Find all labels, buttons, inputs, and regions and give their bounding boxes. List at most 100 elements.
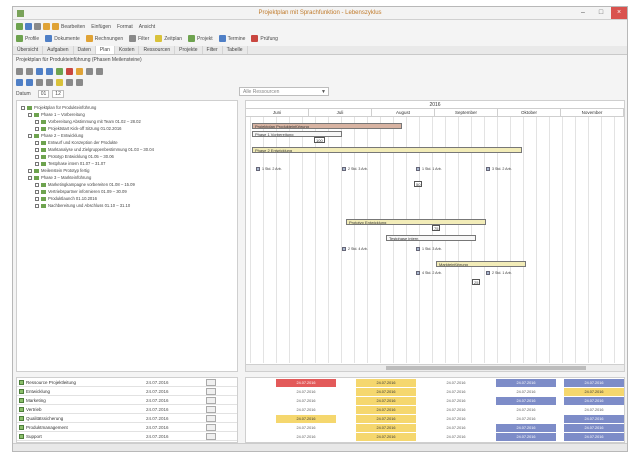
resource-usage-cell[interactable]: 24.07.2016: [426, 424, 486, 432]
resource-usage-cell[interactable]: 24.07.2016: [356, 379, 416, 387]
gantt-bar[interactable]: Phase 1 Vorbereitung: [252, 131, 342, 137]
resource-usage-cell[interactable]: 24.07.2016: [276, 415, 336, 423]
resource-detail-button[interactable]: [206, 414, 216, 422]
resource-usage-cell[interactable]: 24.07.2016: [564, 388, 624, 396]
resource-usage-cell[interactable]: 24.07.2016: [564, 397, 624, 405]
resource-usage-cell[interactable]: 24.07.2016: [496, 379, 556, 387]
resource-usage-cell[interactable]: 24.07.2016: [276, 397, 336, 405]
outdent-icon[interactable]: [26, 68, 33, 75]
resource-usage-cell[interactable]: 24.07.2016: [496, 424, 556, 432]
resource-usage-cell[interactable]: 24.07.2016: [276, 433, 336, 441]
unlink-icon[interactable]: [46, 68, 53, 75]
delete-task-icon[interactable]: [66, 68, 73, 75]
resource-usage-cell[interactable]: 24.07.2016: [564, 415, 624, 423]
resource-usage-cell[interactable]: 24.07.2016: [426, 379, 486, 387]
tree-item[interactable]: Projektplan für Produkteinführung: [21, 105, 96, 111]
minimize-button[interactable]: –: [575, 7, 591, 19]
expand-toggle-icon[interactable]: [35, 127, 39, 131]
resource-usage-cell[interactable]: 24.07.2016: [356, 415, 416, 423]
tab-filter[interactable]: Filter: [203, 46, 223, 54]
tree-item[interactable]: Vorbereitung Abstimmung mit Team 01.02 –…: [35, 119, 141, 125]
tree-item[interactable]: Prototyp Entwicklung 01.05 – 30.06: [35, 154, 114, 160]
profile-icon[interactable]: [16, 35, 23, 42]
expand-toggle-icon[interactable]: [28, 113, 32, 117]
gantt-resource-node[interactable]: 2 Std. 4 Arb.: [342, 247, 368, 251]
resource-usage-cell[interactable]: 24.07.2016: [564, 433, 624, 441]
resource-usage-cell[interactable]: 24.07.2016: [356, 424, 416, 432]
expand-toggle-icon[interactable]: [35, 197, 39, 201]
resource-select[interactable]: Alle Ressourcen ▼: [239, 87, 329, 96]
resource-detail-button[interactable]: [206, 396, 216, 404]
undo-icon[interactable]: [43, 23, 50, 30]
menu-item-insert[interactable]: Einfügen: [91, 24, 111, 30]
resource-usage-cell[interactable]: 24.07.2016: [496, 433, 556, 441]
resource-checkbox[interactable]: [19, 379, 24, 385]
gantt-bar[interactable]: Markteinführung: [436, 261, 526, 267]
resource-usage-cell[interactable]: 24.07.2016: [426, 406, 486, 414]
date-to-field[interactable]: 12: [52, 89, 64, 98]
tree-item[interactable]: Meilenstein Prototyp fertig: [28, 168, 89, 174]
project-icon[interactable]: [188, 35, 196, 42]
collapse-icon[interactable]: [26, 79, 33, 86]
tab-overview[interactable]: Übersicht: [13, 46, 44, 54]
resource-usage-cell[interactable]: 24.07.2016: [276, 379, 336, 387]
milestone-icon[interactable]: [76, 68, 83, 75]
expand-toggle-icon[interactable]: [35, 141, 39, 145]
gantt-bar[interactable]: Projektplan Produkteinführung: [252, 123, 402, 129]
expand-toggle-icon[interactable]: [35, 148, 39, 152]
group-icon[interactable]: [46, 79, 53, 86]
expand-toggle-icon[interactable]: [28, 169, 32, 173]
gantt-resource-node[interactable]: 4 Std. 2 Arb.: [416, 271, 442, 275]
expand-toggle-icon[interactable]: [35, 183, 39, 187]
menu-item-view[interactable]: Ansicht: [139, 24, 155, 30]
zoom-out-icon[interactable]: [96, 68, 103, 75]
resource-usage-cell[interactable]: 24.07.2016: [426, 388, 486, 396]
expand-icon[interactable]: [16, 79, 23, 86]
menu-item-format[interactable]: Format: [117, 24, 133, 30]
tree-item[interactable]: Testphase intern 01.07 – 31.07: [35, 161, 106, 167]
resource-usage-cell[interactable]: 24.07.2016: [496, 415, 556, 423]
resource-row[interactable]: Support 24.07.2016: [17, 432, 237, 441]
resource-checkbox[interactable]: [19, 406, 24, 412]
check-icon[interactable]: [251, 35, 259, 42]
expand-toggle-icon[interactable]: [35, 204, 39, 208]
resource-detail-button[interactable]: [206, 378, 216, 386]
tab-table[interactable]: Tabelle: [223, 46, 248, 54]
gantt-resource-node[interactable]: 2 Std. 1 Arb.: [486, 271, 512, 275]
tree-item[interactable]: Vertriebspartner informieren 01.09 – 30.…: [35, 189, 127, 195]
arrow-left-icon[interactable]: [66, 79, 73, 86]
resource-usage-cell[interactable]: 24.07.2016: [276, 388, 336, 396]
toolbar-profiles[interactable]: Profile: [25, 36, 39, 42]
gantt-resource-node[interactable]: 1 Std. 2 Arb.: [256, 167, 282, 171]
resource-detail-button[interactable]: [206, 405, 216, 413]
tree-item[interactable]: Phase 2 – Entwicklung: [28, 133, 83, 139]
gantt-bar[interactable]: Testphase intern: [386, 235, 476, 241]
save-icon[interactable]: [16, 23, 23, 30]
toolbar-appointments[interactable]: Termine: [228, 36, 246, 42]
tab-plan[interactable]: Plan: [95, 46, 115, 54]
resource-checkbox[interactable]: [19, 397, 24, 403]
tab-projects[interactable]: Projekte: [175, 46, 203, 54]
arrow-right-icon[interactable]: [76, 79, 83, 86]
resource-usage-cell[interactable]: 24.07.2016: [496, 397, 556, 405]
resource-detail-button[interactable]: [206, 387, 216, 395]
gantt-bar[interactable]: Phase 2 Entwicklung: [252, 147, 522, 153]
calendar-icon[interactable]: [155, 35, 163, 42]
tree-item[interactable]: Produktlaunch 01.10.2016: [35, 196, 97, 202]
expand-toggle-icon[interactable]: [35, 155, 39, 159]
maximize-button[interactable]: □: [593, 7, 609, 19]
expand-toggle-icon[interactable]: [28, 176, 32, 180]
toolbar-filter[interactable]: Filter: [138, 36, 149, 42]
toolbar-schedule[interactable]: Zeitplan: [164, 36, 182, 42]
toolbar-invoices[interactable]: Rechnungen: [95, 36, 123, 42]
tree-item[interactable]: Phase 3 – Markteinführung: [28, 175, 91, 181]
tree-item[interactable]: Nachbereitung und Abschluss 01.10 – 31.1…: [35, 203, 130, 209]
expand-toggle-icon[interactable]: [35, 120, 39, 124]
invoice-icon[interactable]: [85, 35, 93, 42]
appointments-icon[interactable]: [218, 35, 226, 42]
resource-usage-cell[interactable]: 24.07.2016: [356, 406, 416, 414]
expand-toggle-icon[interactable]: [21, 106, 25, 110]
expand-toggle-icon[interactable]: [28, 134, 32, 138]
toolbar-review[interactable]: Prüfung: [260, 36, 278, 42]
resource-checkbox[interactable]: [19, 433, 24, 439]
